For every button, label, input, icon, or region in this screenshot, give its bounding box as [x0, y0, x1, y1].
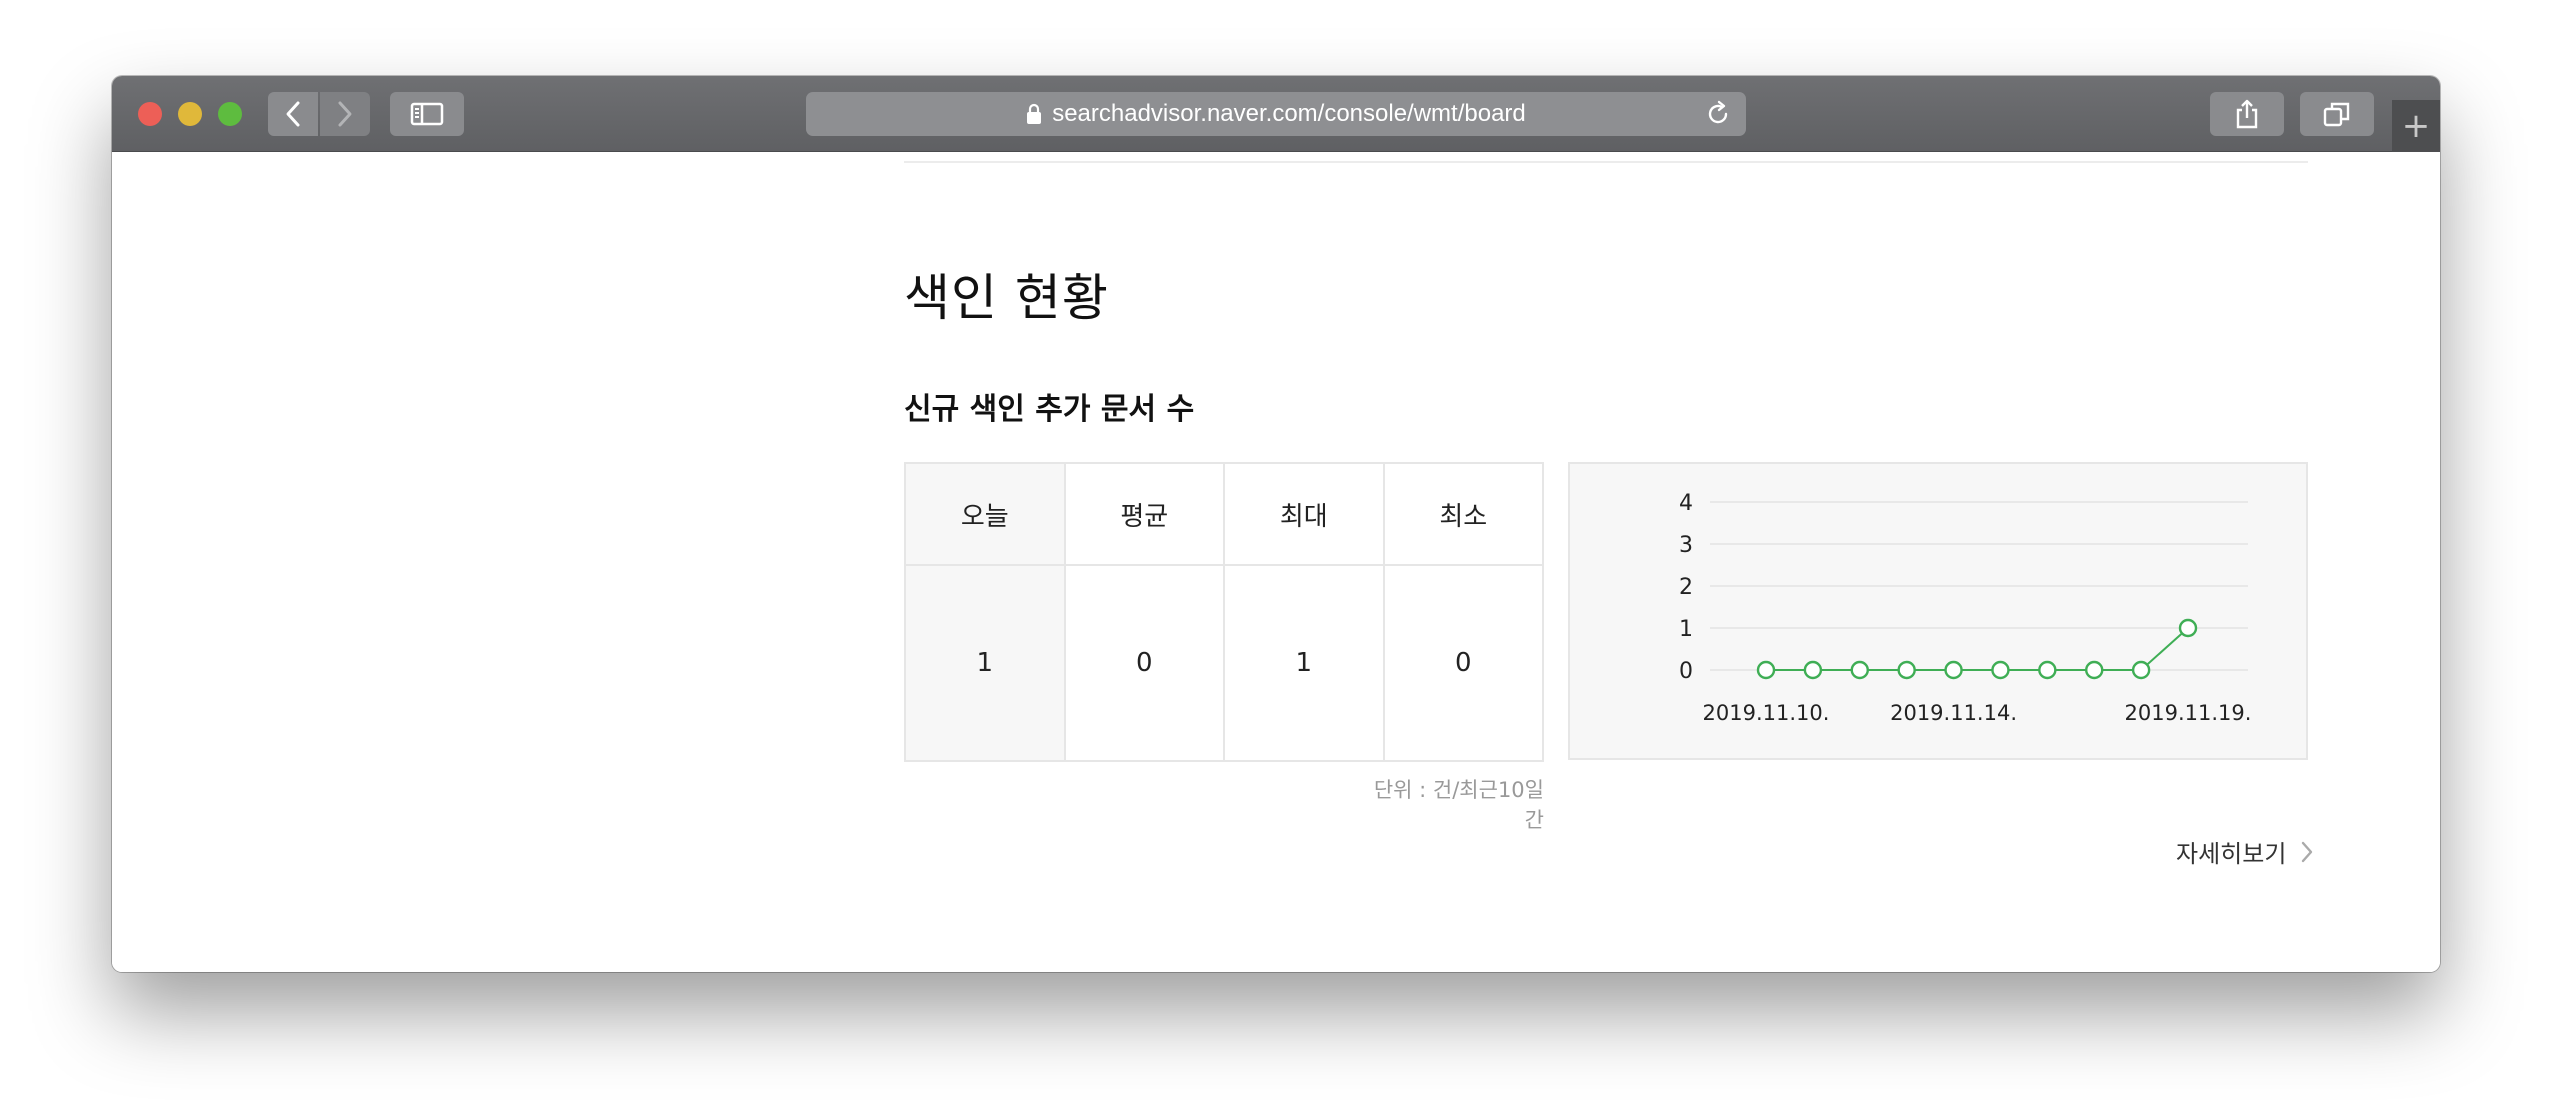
browser-toolbar: searchadvisor.naver.com/console/wmt/boar… [112, 76, 2440, 152]
x-tick-label: 2019.11.19. [2125, 701, 2252, 725]
index-chart: 0 1 2 3 4 2019.11.10. 2019.11.14. 2019.11.19. [1568, 462, 2308, 760]
index-stats-table: 오늘 평균 최대 최소 1 0 1 0 [904, 462, 1544, 762]
data-point [1850, 660, 1869, 680]
chevron-left-icon [286, 101, 300, 127]
data-point [2038, 660, 2057, 680]
minimize-window-button[interactable] [178, 102, 202, 126]
data-point [1944, 660, 1963, 680]
x-tick-label: 2019.11.14. [1890, 701, 2017, 725]
back-button[interactable] [268, 92, 318, 136]
y-tick-label: 1 [1679, 617, 1693, 642]
data-point [1991, 660, 2010, 680]
close-window-button[interactable] [138, 102, 162, 126]
share-icon [2236, 99, 2258, 129]
page-title: 색인 현황 [904, 269, 1109, 327]
maximize-window-button[interactable] [218, 102, 242, 126]
view-more-link[interactable]: 자세히보기 [2176, 834, 2314, 869]
x-tick-label: 2019.11.10. [1703, 701, 1830, 725]
line-chart: 0 1 2 3 4 2019.11.10. 2019.11.14. 2019.11.19. [1679, 491, 2252, 725]
series-line [1766, 627, 2189, 671]
data-point [2178, 618, 2198, 638]
table-header-cell: 평균 [1063, 462, 1225, 566]
address-bar[interactable]: searchadvisor.naver.com/console/wmt/boar… [806, 92, 1746, 136]
sidebar-icon [410, 102, 444, 126]
table-header-cell: 오늘 [904, 462, 1066, 566]
data-point [1897, 660, 1916, 680]
forward-button[interactable] [320, 92, 370, 136]
table-header-row: 오늘 평균 최대 최소 [904, 462, 1544, 566]
chevron-right-icon [2302, 841, 2313, 862]
data-point [1756, 660, 1776, 680]
table-cell: 1 [1223, 564, 1385, 762]
sidebar-toggle-button[interactable] [390, 92, 464, 136]
table-cell: 0 [1063, 564, 1225, 762]
view-more-label: 자세히보기 [2176, 840, 2287, 868]
unit-note: 단위 : 건/최근10일간 [1373, 778, 1544, 832]
y-tick-label: 0 [1679, 659, 1693, 684]
url-text: searchadvisor.naver.com/console/wmt/boar… [1052, 100, 1526, 127]
data-point [2085, 660, 2104, 680]
plus-icon: + [2401, 106, 2431, 146]
y-tick-label: 2 [1679, 575, 1693, 600]
table-header-cell: 최소 [1382, 462, 1544, 566]
table-cell: 0 [1382, 564, 1544, 762]
new-tab-button[interactable]: + [2392, 100, 2440, 152]
y-tick-label: 4 [1679, 491, 1693, 516]
browser-window: searchadvisor.naver.com/console/wmt/boar… [112, 76, 2440, 972]
y-tick-label: 3 [1679, 533, 1693, 558]
chevron-right-icon [338, 101, 352, 127]
table-header-cell: 최대 [1223, 462, 1385, 566]
reload-icon[interactable] [1704, 100, 1732, 128]
table-cell: 1 [904, 564, 1066, 762]
show-tabs-button[interactable] [2300, 92, 2374, 136]
section-subtitle: 신규 색인 추가 문서 수 [904, 392, 1195, 427]
divider [904, 161, 2308, 163]
data-point [1803, 660, 1823, 680]
page-content: 색인 현황 신규 색인 추가 문서 수 오늘 평균 최대 최소 1 0 1 0 … [112, 152, 2440, 972]
data-point [2131, 660, 2151, 680]
tabs-overview-icon [2323, 102, 2350, 127]
share-button[interactable] [2210, 92, 2284, 136]
lock-icon [1027, 103, 1042, 124]
table-row: 1 0 1 0 [904, 564, 1544, 762]
